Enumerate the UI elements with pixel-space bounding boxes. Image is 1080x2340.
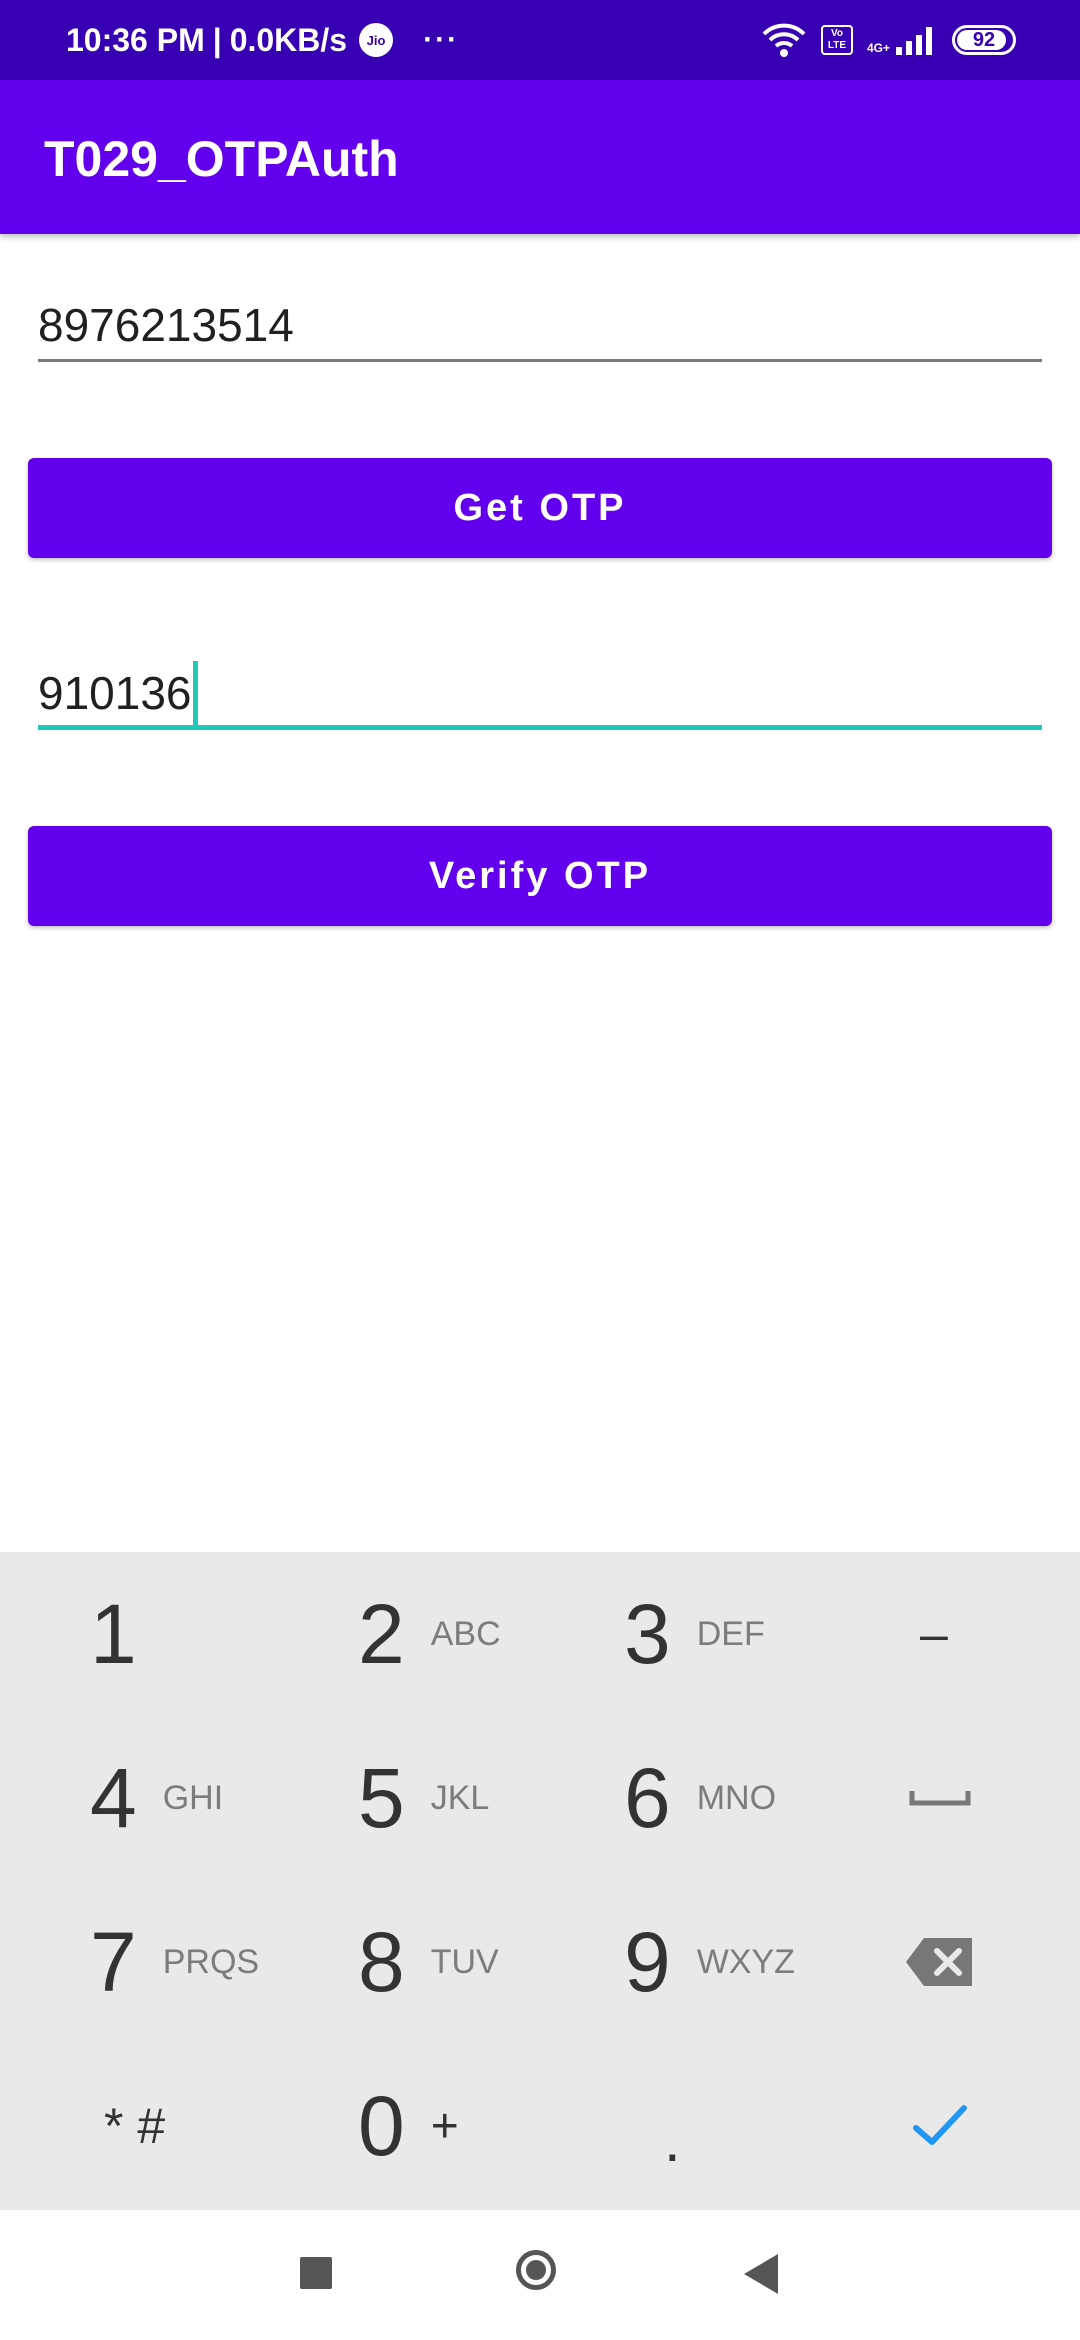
network-type: 4G+ — [866, 41, 890, 55]
space-icon — [909, 1791, 971, 1806]
verify-otp-button[interactable]: Verify OTP — [28, 826, 1052, 926]
key-minus[interactable]: – — [920, 1552, 948, 1716]
otp-value: 910136 — [38, 667, 192, 719]
backspace-icon — [906, 1938, 972, 1986]
verify-otp-label: Verify OTP — [428, 854, 652, 897]
key-3-letters: DEF — [696, 1614, 765, 1653]
recent-apps-icon[interactable] — [300, 2257, 332, 2289]
phone-number-value: 8976213514 — [38, 299, 294, 351]
key-5-letters: JKL — [430, 1778, 490, 1817]
text-cursor — [192, 660, 198, 725]
key-7-letters: PRQS — [162, 1942, 260, 1981]
jio-icon: Jio — [359, 23, 394, 57]
status-right: Vo LTE 4G+ 92 — [761, 0, 1016, 80]
key-0[interactable]: 0 + — [358, 2044, 459, 2208]
key-9[interactable]: 9 WXYZ — [624, 1880, 795, 2044]
key-8[interactable]: 8 TUV — [358, 1880, 499, 2044]
status-time: 10:36 PM — [66, 21, 205, 58]
phone-number-input[interactable]: 8976213514 — [38, 290, 1042, 362]
key-5[interactable]: 5 JKL — [358, 1716, 489, 1880]
key-6[interactable]: 6 MNO — [624, 1716, 776, 1880]
numeric-keyboard: 1 2 ABC 3 DEF – 4 GHI 5 JKL 6 MNO 7 PRQS… — [0, 1552, 1080, 2210]
key-done[interactable] — [912, 2044, 968, 2208]
key-4-letters: GHI — [162, 1778, 224, 1817]
key-4-label: 4 — [90, 1750, 137, 1845]
key-period[interactable]: . — [664, 2044, 681, 2208]
more-notifications-icon: ··· — [423, 23, 460, 56]
key-8-label: 8 — [358, 1914, 405, 2009]
status-bar: 10:36 PM | 0.0KB/s Jio ··· Vo LTE 4G+ 92 — [0, 0, 1080, 80]
otp-input[interactable]: 910136 — [38, 658, 1042, 730]
key-1[interactable]: 1 — [90, 1552, 137, 1716]
volte-icon: Vo LTE — [820, 25, 853, 55]
key-5-label: 5 — [358, 1750, 405, 1845]
key-star-hash[interactable]: * # — [104, 2044, 165, 2208]
key-0-plus: + — [430, 2099, 459, 2153]
status-separator: | — [212, 21, 222, 58]
app-title: T029_OTPAuth — [44, 131, 399, 187]
key-backspace[interactable] — [904, 1880, 976, 2044]
wifi-icon — [762, 23, 806, 57]
status-speed: 0.0KB/s — [229, 21, 348, 58]
key-3[interactable]: 3 DEF — [624, 1552, 765, 1716]
navigation-bar — [0, 2210, 1080, 2340]
key-period-label: . — [664, 2106, 681, 2174]
key-9-letters: WXYZ — [696, 1942, 795, 1981]
key-6-letters: MNO — [696, 1778, 777, 1817]
key-4[interactable]: 4 GHI — [90, 1716, 223, 1880]
volte-line1: Vo — [830, 28, 843, 39]
key-star-hash-label: * # — [104, 2098, 166, 2154]
key-minus-label: – — [920, 1606, 948, 1662]
get-otp-button[interactable]: Get OTP — [28, 458, 1052, 558]
home-icon[interactable] — [516, 2250, 556, 2290]
key-1-label: 1 — [90, 1586, 137, 1681]
get-otp-label: Get OTP — [453, 486, 627, 529]
key-2-letters: ABC — [430, 1614, 501, 1653]
volte-line2: LTE — [827, 40, 847, 51]
key-3-label: 3 — [624, 1586, 671, 1681]
key-7[interactable]: 7 PRQS — [90, 1880, 259, 2044]
back-icon[interactable] — [744, 2254, 778, 2294]
jio-icon-label: Jio — [366, 32, 386, 48]
key-7-label: 7 — [90, 1914, 137, 2009]
key-2-label: 2 — [358, 1586, 405, 1681]
checkmark-icon — [913, 2105, 967, 2145]
key-0-label: 0 — [358, 2078, 405, 2173]
signal-icon: 4G+ — [867, 25, 938, 55]
battery-icon: 92 — [952, 25, 1016, 55]
battery-level-text: 92 — [972, 28, 996, 51]
status-left: 10:36 PM | 0.0KB/s Jio ··· — [66, 0, 459, 80]
key-8-letters: TUV — [430, 1942, 499, 1981]
key-6-label: 6 — [624, 1750, 671, 1845]
app-bar: T029_OTPAuth — [0, 80, 1080, 234]
signal-bars-icon — [896, 27, 932, 55]
key-9-label: 9 — [624, 1914, 671, 2009]
key-space[interactable] — [908, 1716, 972, 1880]
key-2[interactable]: 2 ABC — [358, 1552, 501, 1716]
